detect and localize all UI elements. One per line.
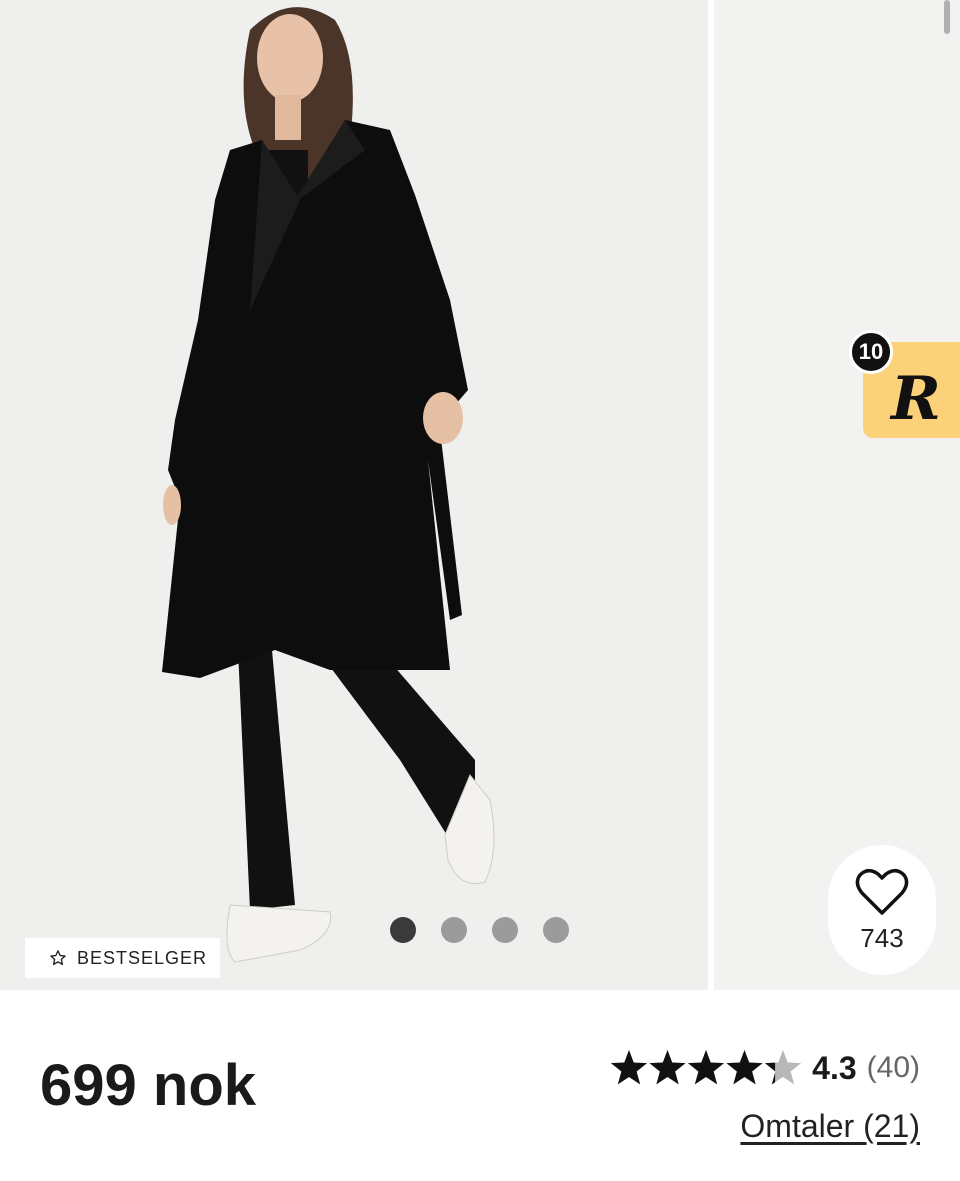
product-image-gallery[interactable]: BESTSELGER R 10 743 xyxy=(0,0,960,990)
star-icon-5 xyxy=(765,1062,776,1085)
product-image-next[interactable] xyxy=(714,0,960,990)
gallery-dot-4[interactable] xyxy=(543,917,569,943)
star-icon-1 xyxy=(611,1050,648,1085)
star-icon-3 xyxy=(688,1050,725,1085)
product-rating[interactable]: 4.3 (40) xyxy=(610,1048,920,1088)
gallery-dot-2[interactable] xyxy=(441,917,467,943)
scrollbar[interactable] xyxy=(944,0,950,34)
star-outline-icon xyxy=(50,950,66,966)
star-icon-2 xyxy=(649,1050,686,1085)
stars-foreground xyxy=(611,1050,776,1085)
promo-badge[interactable]: R 10 xyxy=(849,330,960,440)
promo-count: 10 xyxy=(849,330,893,374)
rating-value: 4.3 xyxy=(812,1049,857,1086)
badge-label: BESTSELGER xyxy=(77,947,208,968)
bestseller-badge: BESTSELGER xyxy=(25,938,220,978)
promo-letter: R xyxy=(891,364,941,434)
gallery-pagination xyxy=(390,917,569,943)
product-photo xyxy=(162,7,495,963)
gallery-dot-3[interactable] xyxy=(492,917,518,943)
product-price: 699 nok xyxy=(40,1053,256,1118)
star-rating xyxy=(610,1048,802,1088)
product-image-main[interactable]: BESTSELGER xyxy=(0,0,708,990)
heart-outline-icon xyxy=(855,868,909,915)
reviews-link[interactable]: Omtaler (21) xyxy=(740,1108,920,1145)
favorite-button[interactable]: 743 xyxy=(828,845,936,975)
star-icon-4 xyxy=(726,1050,763,1085)
gallery-dot-1[interactable] xyxy=(390,917,416,943)
rating-count: (40) xyxy=(866,1051,920,1084)
favorites-count: 743 xyxy=(860,922,904,953)
